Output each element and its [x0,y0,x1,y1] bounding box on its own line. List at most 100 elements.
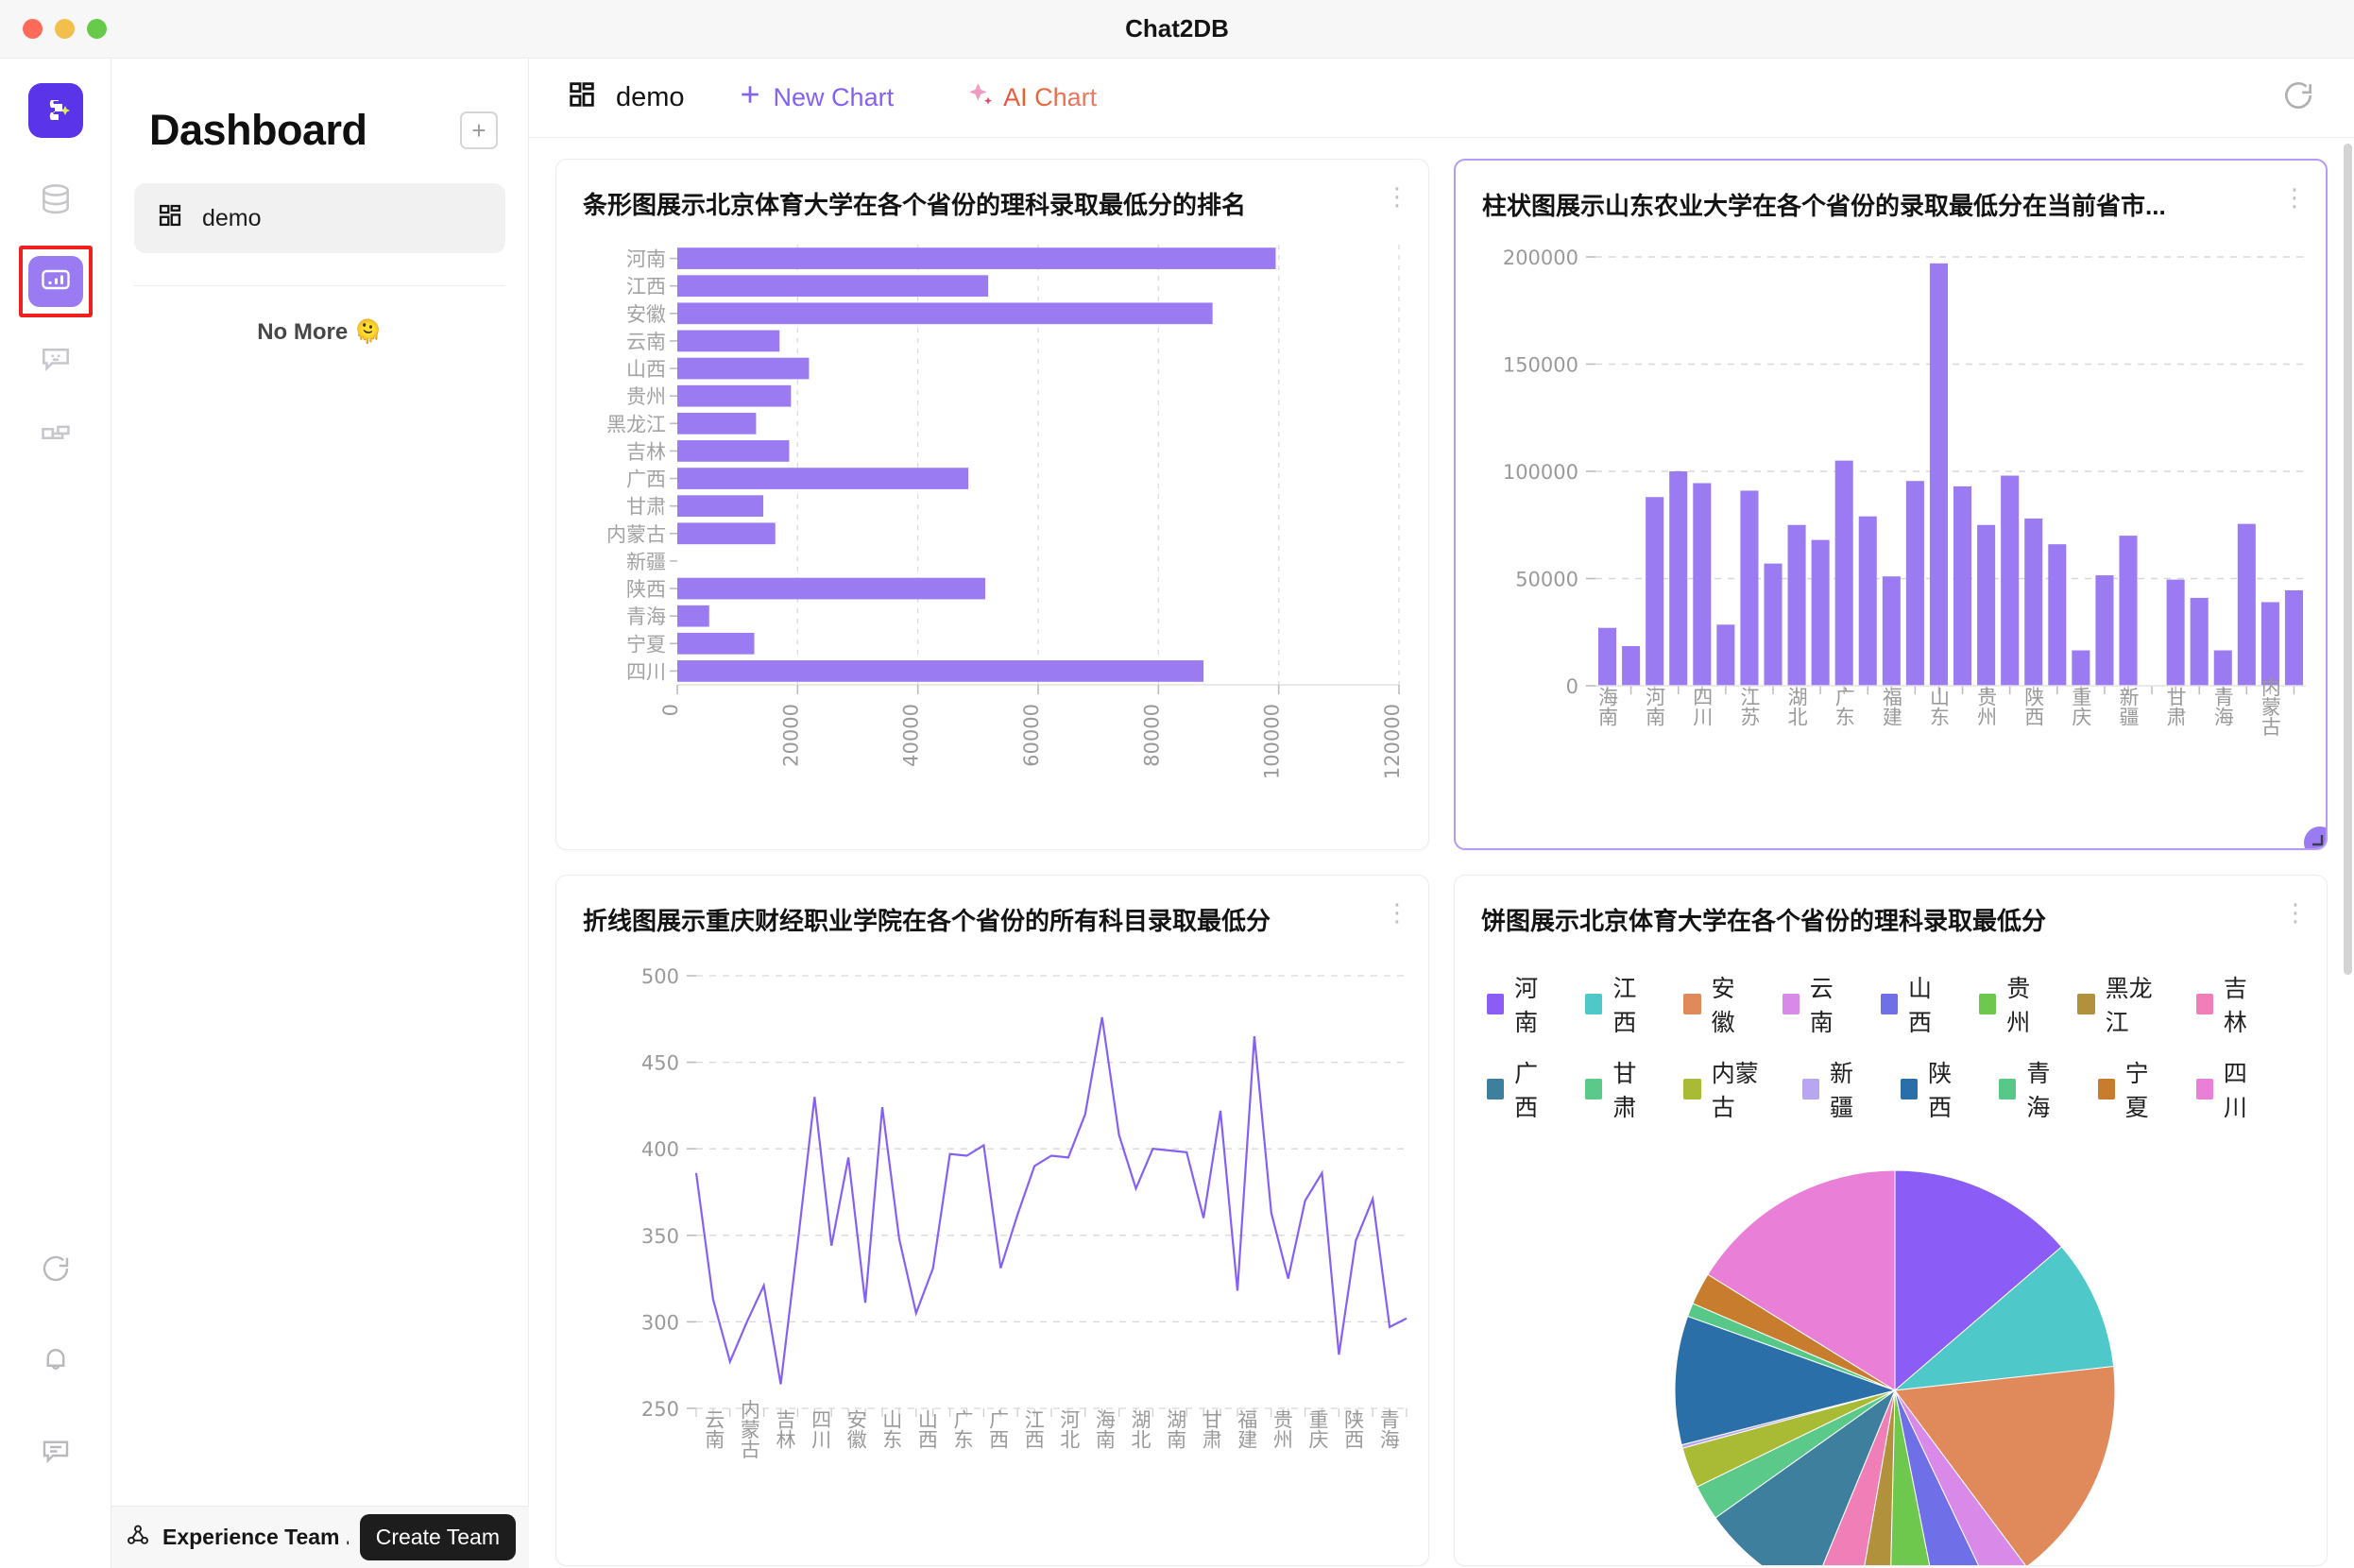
sidebar-item-demo[interactable]: demo [134,183,505,253]
svg-text:安徽: 安徽 [844,1409,867,1449]
pie-legend-item[interactable]: 青海 [1999,1055,2065,1123]
legend-color-swatch [1979,994,1997,1014]
main-content: demo New Chart AI Chart 条形图展示北京体育大学在各个省份… [529,59,2354,1568]
refresh-icon [2280,82,2316,117]
bell-icon [39,1342,73,1381]
chart-card-bar-vertical[interactable]: 柱状图展示山东农业大学在各个省份的录取最低分在当前省市... ⋮ 0 50000 1… [1454,159,2328,850]
pie-legend-item[interactable]: 陕西 [1901,1055,1967,1123]
svg-text:450: 450 [641,1052,679,1075]
pie-legend-item[interactable]: 云南 [1782,970,1849,1038]
svg-text:新疆: 新疆 [2117,687,2140,726]
refresh-icon [39,1252,73,1290]
database-icon [38,181,74,222]
svg-text:陕西: 陕西 [626,578,666,601]
svg-text:内蒙古: 内蒙古 [2259,677,2281,737]
svg-text:福建: 福建 [1880,687,1902,726]
panel-header: Dashboard + [111,59,528,155]
svg-text:200000: 200000 [1503,247,1578,269]
card-menu-button[interactable]: ⋮ [2283,900,2308,925]
refresh-dashboard-button[interactable] [2280,77,2316,118]
create-team-button[interactable]: Create Team [359,1514,516,1560]
pie-legend-item[interactable]: 山西 [1880,970,1947,1038]
chart-card-pie[interactable]: 饼图展示北京体育大学在各个省份的理科录取最低分 ⋮ 河南 江西 安徽 云南 山西 贵州 黑龙… [1454,875,2328,1566]
pie-legend-item[interactable]: 甘肃 [1585,1055,1651,1123]
pie-legend-item[interactable]: 新疆 [1801,1055,1868,1123]
sidebar-item-database[interactable] [28,174,83,229]
svg-text:新疆: 新疆 [626,551,666,573]
dashboard-toolbar: demo New Chart AI Chart [529,59,2354,138]
pie-legend-item[interactable]: 宁夏 [2097,1055,2164,1123]
card-menu-button[interactable]: ⋮ [1385,900,1409,925]
chart-card-bar-horizontal[interactable]: 条形图展示北京体育大学在各个省份的理科录取最低分的排名 ⋮ 河南 江西 安徽 云南 山西… [555,159,1429,850]
pie-legend-item[interactable]: 江西 [1585,970,1651,1038]
pie-legend-item[interactable]: 广西 [1487,1055,1553,1123]
svg-text:江苏: 江苏 [1738,687,1761,726]
svg-text:350: 350 [641,1225,679,1248]
svg-text:青海: 青海 [2211,687,2234,726]
svg-text:100000: 100000 [1261,704,1284,779]
legend-label: 宁夏 [2124,1061,2149,1121]
sidebar-item-apps[interactable] [28,408,83,463]
chart-card-line[interactable]: 折线图展示重庆财经职业学院在各个省份的所有科目录取最低分 ⋮ 250 300 350… [555,875,1429,1566]
legend-color-swatch [1801,1079,1819,1099]
svg-text:广东: 广东 [951,1409,974,1449]
pie-legend-item[interactable]: 吉林 [2195,970,2262,1038]
svg-text:贵州: 贵州 [626,385,666,408]
card-header: 饼图展示北京体育大学在各个省份的理科录取最低分 ⋮ [1455,876,2327,937]
legend-color-swatch [2097,1079,2115,1099]
legend-color-swatch [1683,1079,1701,1099]
svg-text:陕西: 陕西 [2022,687,2045,726]
svg-text:江西: 江西 [1022,1409,1045,1449]
svg-text:海南: 海南 [1596,687,1619,726]
new-chart-label: New Chart [773,83,895,111]
svg-text:500: 500 [641,965,679,988]
svg-text:内蒙古: 内蒙古 [738,1400,760,1459]
svg-text:广西: 广西 [987,1409,1010,1449]
main-vertical-scrollbar[interactable] [2344,144,2352,975]
legend-color-swatch [2195,1079,2213,1099]
pie-legend-item[interactable]: 黑龙江 [2077,970,2163,1038]
legend-label: 新疆 [1829,1061,1853,1121]
add-dashboard-button[interactable]: + [460,111,498,149]
card-menu-button[interactable]: ⋮ [2282,185,2307,210]
svg-text:山西: 山西 [915,1409,938,1449]
svg-text:宁夏: 宁夏 [626,633,666,656]
svg-text:广西: 广西 [626,469,666,491]
team-name-label: Experience Team ... [162,1525,349,1549]
card-title: 折线图展示重庆财经职业学院在各个省份的所有科目录取最低分 [583,907,1271,935]
svg-text:青海: 青海 [1377,1409,1400,1449]
pie-legend-item[interactable]: 四川 [2195,1055,2262,1123]
sidebar-item-dashboard[interactable] [27,256,83,307]
pie-chart-svg [1674,1169,2116,1565]
legend-label: 山西 [1908,976,1933,1036]
legend-label: 安徽 [1711,976,1735,1036]
dashboard-chart-icon [39,263,73,301]
legend-color-swatch [1683,994,1701,1014]
sidebar-item-sync[interactable] [28,1243,83,1298]
svg-text:0: 0 [1566,675,1578,698]
sidebar-item-chat[interactable] [28,332,83,387]
pie-legend-item[interactable]: 贵州 [1979,970,2045,1038]
ai-chart-button[interactable]: AI Chart [965,79,1097,116]
legend-label: 陕西 [1928,1061,1953,1121]
legend-label: 贵州 [2006,976,2031,1036]
sidebar-item-notifications[interactable] [28,1334,83,1389]
chat2db-logo-icon [27,83,83,138]
svg-text:安徽: 安徽 [626,303,666,326]
svg-text:山东: 山东 [1927,687,1950,726]
card-title: 柱状图展示山东农业大学在各个省份的录取最低分在当前省市... [1482,192,2166,220]
card-menu-button[interactable]: ⋮ [1385,184,1409,209]
team-icon [125,1522,151,1553]
sidebar-item-feedback[interactable] [28,1424,83,1479]
pie-legend-item[interactable]: 内蒙古 [1683,1055,1769,1123]
rail-bottom-group [0,1243,111,1515]
pie-legend-item[interactable]: 河南 [1487,970,1553,1038]
legend-label: 青海 [2026,1061,2051,1121]
pie-legend: 河南 江西 安徽 云南 山西 贵州 黑龙江 吉林广西 甘肃 内蒙古 新疆 陕西 青海 宁夏 四川 [1455,946,2327,1123]
pie-legend-item[interactable]: 安徽 [1683,970,1749,1038]
new-chart-button[interactable]: New Chart [736,80,895,115]
legend-label: 江西 [1612,976,1637,1036]
dashboard-name-tab[interactable]: demo [567,79,685,117]
dashboard-panel: Dashboard + demo No More 🫠 Experience Te… [111,59,529,1568]
app-title: Chat2DB [1125,14,1229,43]
